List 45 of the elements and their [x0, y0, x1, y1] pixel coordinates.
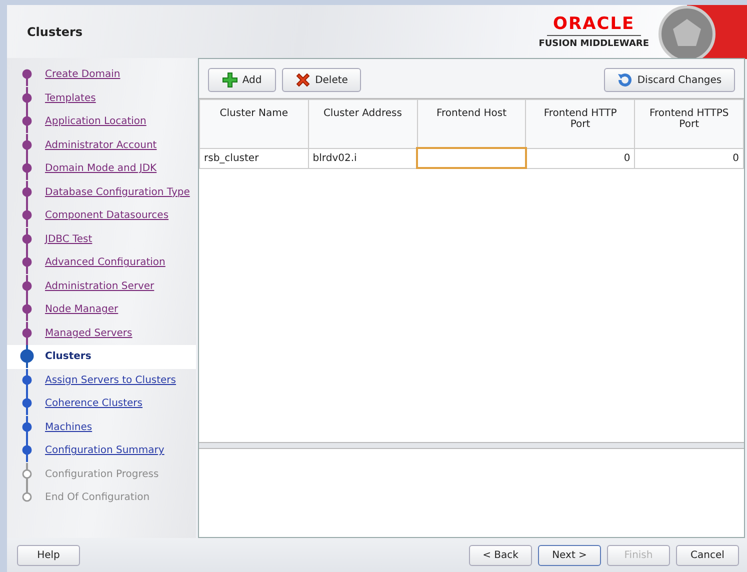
column-header[interactable]: Frontend Host — [417, 100, 526, 148]
plus-icon — [222, 72, 238, 88]
wizard-button[interactable]: < Back — [469, 544, 532, 566]
step-link[interactable]: Templates — [45, 92, 96, 104]
cross-icon — [295, 72, 312, 88]
step-link[interactable]: Assign Servers to Clusters — [45, 374, 176, 386]
step-link[interactable]: Coherence Clusters — [45, 398, 143, 410]
brand-logo: ORACLE — [547, 14, 641, 36]
step-link[interactable]: Clusters — [45, 351, 92, 362]
step-link[interactable]: Advanced Configuration — [45, 257, 166, 268]
step-link[interactable]: Administrator Account — [45, 140, 157, 151]
discard-button[interactable]: Discard Changes — [604, 68, 735, 92]
column-header[interactable]: Frontend HTTPS Port — [634, 100, 744, 148]
step-label: Configuration Progress — [45, 468, 159, 480]
step-link[interactable]: Create Domain — [45, 69, 120, 80]
window-title: Clusters — [27, 24, 84, 38]
wizard-button[interactable]: Next > — [538, 544, 601, 566]
help-button[interactable]: Help — [17, 544, 80, 566]
add-button[interactable]: Add — [208, 68, 276, 92]
wizard-button[interactable]: Cancel — [676, 544, 739, 566]
step-node-icon — [19, 345, 35, 368]
table-cell: 0 — [634, 148, 744, 168]
delete-button[interactable]: Delete — [282, 68, 361, 92]
step-link[interactable]: Configuration Summary — [45, 445, 164, 456]
column-header[interactable]: Frontend HTTP Port — [526, 100, 635, 148]
step-label: End Of Configuration — [45, 492, 150, 504]
step-link[interactable]: Domain Mode and JDK — [45, 163, 157, 174]
table-cell: 0 — [526, 148, 635, 168]
pentagon-emblem-icon — [657, 5, 747, 58]
step-link[interactable]: Component Datasources — [45, 210, 169, 222]
step-link[interactable]: Application Location — [45, 116, 146, 128]
column-header[interactable]: Cluster Address — [308, 100, 418, 148]
splitter-handle[interactable] — [199, 443, 744, 448]
column-header[interactable]: Cluster Name — [200, 100, 308, 148]
focused-table-cell[interactable] — [417, 148, 526, 168]
step-link[interactable]: Database Configuration Type — [45, 186, 190, 198]
table-cell: rsb_cluster — [200, 148, 308, 168]
step-link[interactable]: Managed Servers — [45, 328, 132, 339]
step-link[interactable]: Node Manager — [45, 304, 118, 316]
undo-arrow-icon — [617, 72, 634, 88]
step-link[interactable]: Machines — [45, 422, 92, 433]
step-link[interactable]: Administration Server — [45, 280, 154, 292]
wizard-button: Finish — [607, 544, 670, 566]
step-link[interactable]: JDBC Test — [45, 234, 92, 245]
product-name: FUSION MIDDLEWARE — [538, 38, 649, 49]
